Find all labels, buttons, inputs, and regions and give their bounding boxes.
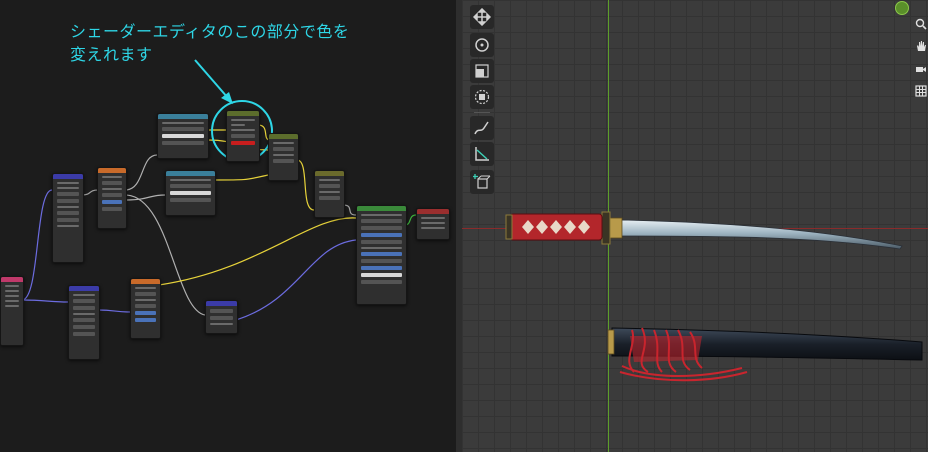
node-image-texture-b[interactable] — [130, 278, 161, 339]
katana-object[interactable] — [462, 0, 928, 452]
katana-blade — [619, 219, 903, 250]
node-image-texture-a[interactable] — [97, 167, 127, 229]
annotation-text: シェーダーエディタのこの部分で色を 変えれます — [70, 20, 349, 66]
node-mapping[interactable] — [52, 173, 84, 263]
katana-habaki — [609, 217, 623, 239]
annotation-line-1: シェーダーエディタのこの部分で色を — [70, 22, 350, 41]
3d-viewport[interactable] — [462, 0, 928, 452]
katana-tsuba — [601, 211, 611, 245]
shader-editor[interactable]: シェーダーエディタのこの部分で色を 変えれます — [0, 0, 456, 452]
scabbard-koiguchi — [607, 329, 615, 355]
node-principled-bsdf[interactable] — [356, 205, 407, 305]
node-color-ramp-b[interactable] — [165, 170, 216, 216]
node-mapping-b[interactable] — [68, 285, 100, 360]
annotation-line-2: 変えれます — [70, 45, 153, 64]
node-texture-coordinate[interactable] — [0, 276, 24, 346]
node-bump[interactable] — [314, 170, 345, 218]
node-material-output[interactable] — [416, 208, 450, 240]
node-mix-rgb[interactable] — [268, 133, 299, 181]
node-mix-rgb-red[interactable] — [226, 110, 260, 162]
scabbard-cord-fill — [630, 336, 702, 362]
katana-kashira — [505, 214, 513, 240]
node-color-ramp-a[interactable] — [157, 113, 209, 159]
node-normal-map[interactable] — [205, 300, 238, 334]
